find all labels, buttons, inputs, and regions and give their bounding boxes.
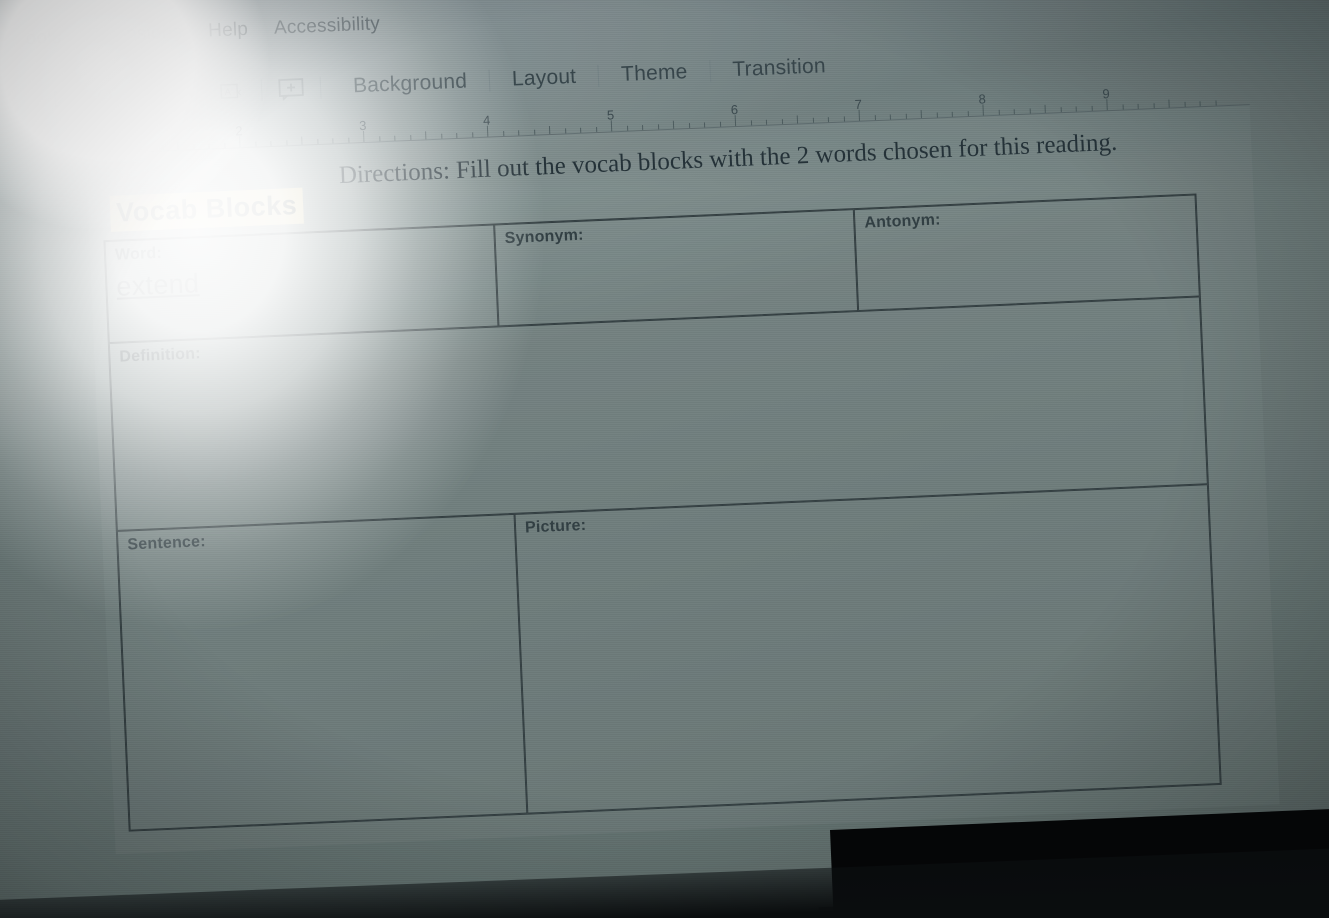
- cell-synonym[interactable]: Synonym:: [494, 209, 859, 327]
- word-label: Word:: [114, 244, 163, 264]
- textbox-icon[interactable]: Ax: [219, 79, 246, 104]
- ruler-number: 1: [111, 128, 119, 144]
- cell-word[interactable]: Word: extend: [104, 224, 499, 344]
- menu-item-help[interactable]: Help: [208, 19, 249, 43]
- ruler-tick: [796, 115, 799, 124]
- toolbar-divider: [260, 79, 263, 102]
- cell-picture[interactable]: Picture:: [514, 484, 1221, 814]
- transition-button[interactable]: Transition: [726, 54, 832, 82]
- word-value[interactable]: extend: [116, 268, 200, 303]
- ruler-tick: [548, 126, 551, 135]
- sentence-label: Sentence:: [127, 533, 207, 554]
- menu-item-tools[interactable]: ools: [25, 27, 62, 51]
- toolbar-divider-4: [597, 64, 600, 87]
- background-button[interactable]: Background: [347, 69, 474, 98]
- ruler-tick: [177, 141, 179, 150]
- zoom-icon[interactable]: [93, 84, 120, 109]
- toolbar-divider-2: [319, 76, 322, 99]
- ruler-tick: [301, 136, 303, 145]
- add-comment-icon[interactable]: [278, 77, 305, 102]
- ruler-tick: [425, 131, 427, 140]
- synonym-label: Synonym:: [504, 226, 584, 248]
- slide-title[interactable]: Vocab Blocks: [109, 187, 304, 232]
- stray-underline-mark: [818, 904, 885, 911]
- line-tool-dropdown-icon[interactable]: [177, 81, 204, 106]
- screen-photo: ools Extensions Help Accessibility Ax Ba…: [0, 0, 1329, 918]
- toolbar-divider-5: [708, 60, 711, 83]
- cell-sentence[interactable]: Sentence:: [116, 513, 528, 831]
- svg-text:x: x: [236, 87, 241, 98]
- ruler-tick: [672, 120, 675, 129]
- theme-button[interactable]: Theme: [615, 60, 694, 87]
- definition-label: Definition:: [119, 345, 202, 366]
- menu-item-accessibility[interactable]: Accessibility: [274, 13, 381, 40]
- layout-button[interactable]: Layout: [506, 65, 583, 92]
- line-tool-icon[interactable]: [135, 83, 162, 108]
- toolbar-divider-3: [488, 69, 491, 92]
- menu-item-extensions[interactable]: Extensions: [87, 22, 183, 48]
- svg-text:A: A: [224, 87, 230, 97]
- vocab-blocks-table[interactable]: Word: extend Synonym: Antonym: Definitio…: [103, 193, 1222, 832]
- slide-canvas[interactable]: Vocab Blocks Directions: Fill out the vo…: [85, 104, 1280, 911]
- picture-label: Picture:: [524, 516, 587, 537]
- image-icon[interactable]: [51, 86, 78, 111]
- monitor-panel: ools Extensions Help Accessibility Ax Ba…: [0, 0, 1329, 918]
- cell-antonym[interactable]: Antonym:: [853, 194, 1200, 312]
- ruler-tick: [1168, 99, 1170, 108]
- ruler-tick: [1044, 104, 1046, 113]
- antonym-label: Antonym:: [864, 211, 941, 232]
- ruler-tick: [920, 110, 922, 119]
